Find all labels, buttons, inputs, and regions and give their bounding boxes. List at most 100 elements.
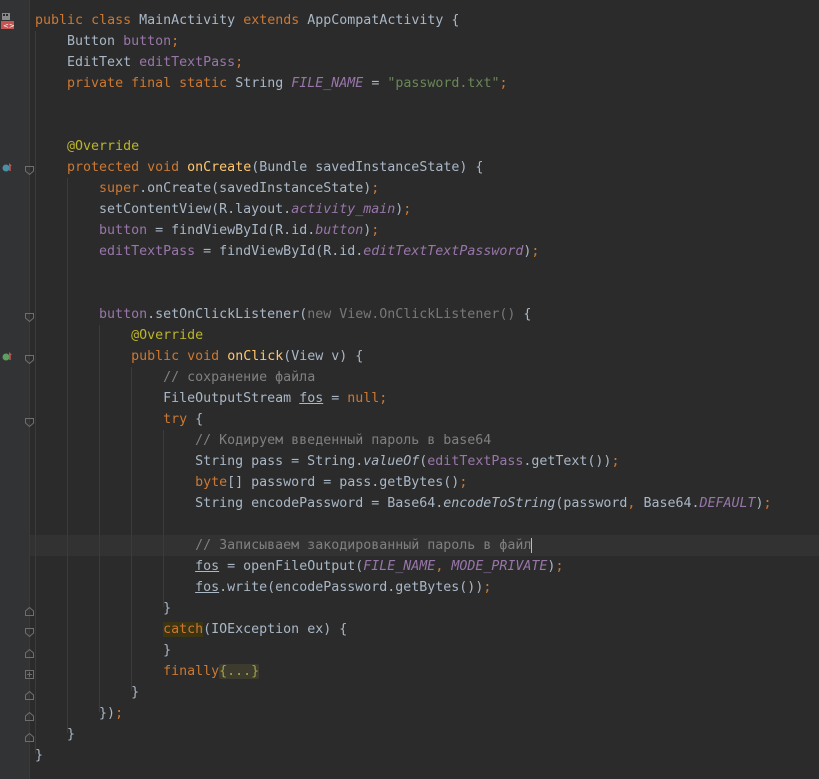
keyword: finally [163,664,220,679]
code-line[interactable]: public void onClick(View v) { [35,346,363,367]
punctuation: ; [235,55,244,70]
punctuation: ; [483,580,492,595]
method-name: onClick [227,349,284,364]
code-line[interactable]: finally{...} [35,661,260,682]
code-text: .getText()) [523,454,612,469]
code-text: String pass = String. [195,454,364,469]
code-line[interactable]: fos.write(encodePassword.getBytes()); [35,577,491,598]
annotation: @Override [67,139,140,154]
code-line[interactable]: // Кодируем введенный пароль в base64 [35,430,491,451]
fold-arrow-icon[interactable] [25,731,34,742]
code-text: .write(encodePassword.getBytes()) [219,580,484,595]
code-line[interactable]: } [35,598,171,619]
fold-arrow-icon[interactable] [25,416,34,428]
code-line[interactable]: } [35,724,75,745]
code-text: [] password = pass.getBytes() [227,475,460,490]
punctuation: ; [371,181,380,196]
punctuation: ; [531,244,540,259]
code-line[interactable]: } [35,745,43,766]
anonymous-class-hint: new View.OnClickListener() [307,307,516,322]
code-line[interactable]: // сохранение файла [35,367,315,388]
fold-arrow-icon[interactable] [25,311,34,323]
code-text: = openFileOutput( [219,559,364,574]
svg-text:<>: <> [3,22,14,30]
punctuation: ; [555,559,564,574]
implement-method-icon[interactable] [1,351,13,363]
code-line[interactable]: super.onCreate(savedInstanceState); [35,178,379,199]
code-line[interactable]: @Override [35,325,203,346]
code-text: setContentView(R.layout. [99,202,292,217]
type-name: EditText [67,55,132,70]
field-name: button [123,34,172,49]
variable-name: fos [195,580,220,595]
code-line[interactable]: editTextPass = findViewById(R.id.editTex… [35,241,539,262]
code-line[interactable]: String pass = String.valueOf(editTextPas… [35,451,619,472]
keyword: byte [195,475,228,490]
code-line[interactable]: button = findViewById(R.id.button); [35,220,379,241]
code-line[interactable]: // Записываем закодированный пароль в фа… [35,535,533,556]
method-name: valueOf [363,454,420,469]
code-line[interactable]: private final static String FILE_NAME = … [35,73,507,94]
code-line[interactable]: } [35,640,171,661]
code-text: } [163,643,172,658]
code-line[interactable]: catch(IOException ex) { [35,619,347,640]
fold-arrow-icon[interactable] [25,164,34,176]
punctuation: ; [379,391,388,406]
fold-arrow-icon[interactable] [25,710,34,721]
code-line[interactable]: protected void onCreate(Bundle savedInst… [35,157,483,178]
fold-arrow-icon[interactable] [25,668,34,679]
operator: = [371,76,380,91]
type-name: AppCompatActivity [307,13,444,28]
code-line[interactable]: setContentView(R.layout.activity_main); [35,199,411,220]
type-name: Button [67,34,116,49]
override-method-icon[interactable] [1,162,13,174]
keyword: catch [163,622,204,637]
fold-arrow-icon[interactable] [25,689,34,700]
code-line[interactable]: fos = openFileOutput(FILE_NAME, MODE_PRI… [35,556,563,577]
code-line[interactable]: }); [35,703,123,724]
fold-arrow-icon[interactable] [25,647,34,658]
code-editor[interactable]: <> public class MainActivity extends App… [0,0,819,779]
annotation: @Override [131,328,204,343]
punctuation: { [451,13,460,28]
class-name: MainActivity [139,13,236,28]
punctuation: ; [611,454,620,469]
punctuation: ; [459,475,468,490]
code-line[interactable]: String encodePassword = Base64.encodeToS… [35,493,772,514]
code-line[interactable]: FileOutputStream fos = null; [35,388,387,409]
code-text: { [187,412,204,427]
punctuation: ; [499,76,508,91]
code-line[interactable]: try { [35,409,203,430]
code-line[interactable]: @Override [35,136,139,157]
keyword: protected [67,160,140,175]
constant-name: MODE_PRIVATE [451,559,548,574]
code-text: .setOnClickListener( [147,307,308,322]
field-name: editTextPass [427,454,524,469]
fold-arrow-icon[interactable] [25,626,34,638]
fold-arrow-icon[interactable] [25,353,34,365]
code-text: }) [99,706,116,721]
comment: // Записываем закодированный пароль в фа… [195,538,532,553]
code-line[interactable]: Button button; [35,31,179,52]
constant-name: activity_main [291,202,396,217]
keyword: void [147,160,180,175]
fold-arrow-icon[interactable] [25,605,34,616]
gutter-separator [29,0,30,779]
editor-gutter[interactable] [0,0,29,779]
class-file-icon[interactable]: <> [1,13,15,30]
code-text: (Bundle savedInstanceState) { [251,160,484,175]
variable-name: fos [195,559,220,574]
code-line[interactable]: button.setOnClickListener(new View.OnCli… [35,304,531,325]
punctuation: ; [763,496,772,511]
folded-code-block[interactable]: {...} [219,664,260,679]
code-line[interactable]: } [35,682,139,703]
code-line[interactable]: byte[] password = pass.getBytes(); [35,472,467,493]
text-caret [531,537,533,553]
field-name: editTextPass [99,244,196,259]
code-text: } [35,748,44,763]
code-text: Base64. [635,496,700,511]
code-line[interactable]: EditText editTextPass; [35,52,243,73]
code-line[interactable]: public class MainActivity extends AppCom… [35,10,459,31]
keyword: try [163,412,188,427]
punctuation: , [435,559,444,574]
